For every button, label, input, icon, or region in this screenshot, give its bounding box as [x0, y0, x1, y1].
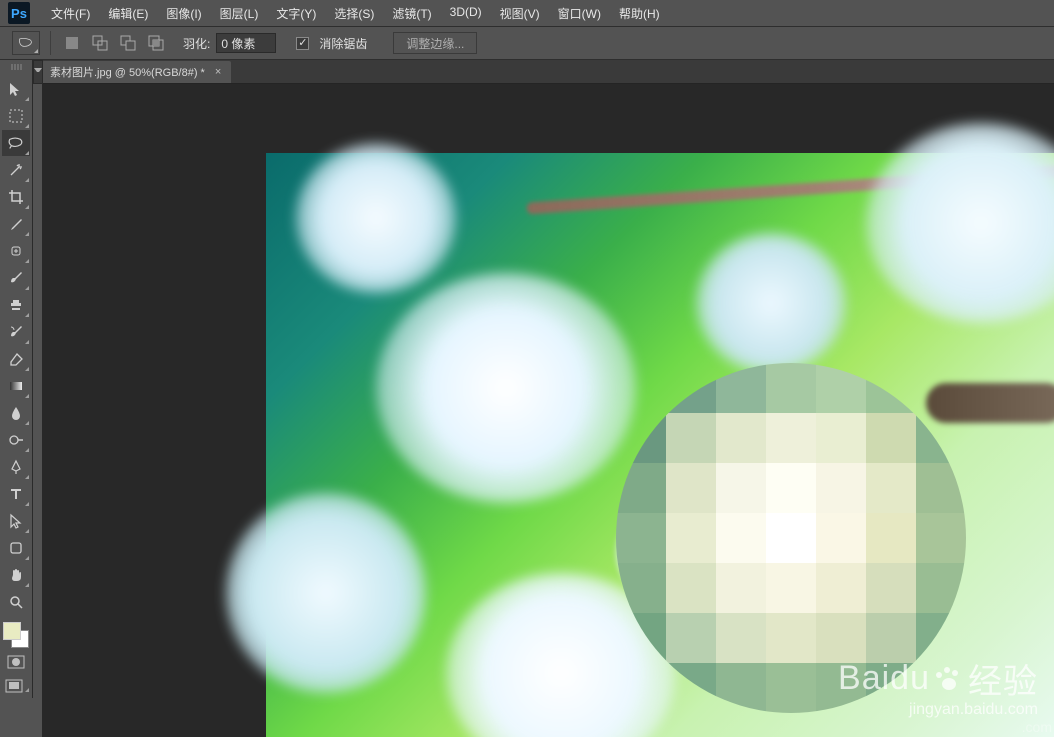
feather-label: 羽化:	[183, 35, 210, 52]
eraser-tool[interactable]	[2, 346, 30, 372]
shape-tool[interactable]	[2, 535, 30, 561]
color-swatches[interactable]	[2, 621, 30, 649]
antialias-label: 消除锯齿	[319, 35, 367, 52]
new-selection-icon[interactable]	[61, 32, 83, 54]
type-tool[interactable]	[2, 481, 30, 507]
menu-6[interactable]: 滤镜(T)	[383, 1, 440, 26]
zoom-tool[interactable]	[2, 589, 30, 615]
menu-bar: Ps 文件(F)编辑(E)图像(I)图层(L)文字(Y)选择(S)滤镜(T)3D…	[0, 0, 1054, 26]
menu-7[interactable]: 3D(D)	[441, 1, 491, 26]
clone-stamp-tool[interactable]	[2, 292, 30, 318]
menu-4[interactable]: 文字(Y)	[267, 1, 325, 26]
brush-tool[interactable]	[2, 265, 30, 291]
menu-10[interactable]: 帮助(H)	[610, 1, 669, 26]
subtract-selection-icon[interactable]	[117, 32, 139, 54]
move-tool[interactable]	[2, 76, 30, 102]
marquee-tool[interactable]	[2, 103, 30, 129]
collapsed-panel-handle[interactable]	[33, 60, 43, 84]
menu-3[interactable]: 图层(L)	[211, 1, 268, 26]
menu-0[interactable]: 文件(F)	[42, 1, 99, 26]
menu-5[interactable]: 选择(S)	[325, 1, 383, 26]
refine-edge-button[interactable]: 调整边缘...	[393, 32, 477, 54]
document-image: Baidu 经验 jingyan.baidu.com .com	[266, 153, 1054, 737]
healing-brush-tool[interactable]	[2, 238, 30, 264]
foreground-color[interactable]	[3, 622, 21, 640]
lasso-tool[interactable]	[2, 130, 30, 156]
close-tab-icon[interactable]: ×	[213, 66, 223, 78]
quick-mask-icon[interactable]	[2, 651, 30, 673]
document-tab[interactable]: 素材图片.jpg @ 50%(RGB/8#) * ×	[42, 61, 231, 83]
gradient-tool[interactable]	[2, 373, 30, 399]
history-brush-tool[interactable]	[2, 319, 30, 345]
eyedropper-tool[interactable]	[2, 211, 30, 237]
app-logo: Ps	[8, 2, 30, 24]
blur-tool[interactable]	[2, 400, 30, 426]
options-bar: 羽化: 消除锯齿 调整边缘...	[0, 26, 1054, 60]
menu-9[interactable]: 窗口(W)	[549, 1, 610, 26]
screen-mode-icon[interactable]	[2, 675, 30, 697]
pen-tool[interactable]	[2, 454, 30, 480]
tool-preset-picker[interactable]	[12, 31, 40, 55]
crop-tool[interactable]	[2, 184, 30, 210]
feather-input[interactable]	[216, 33, 276, 53]
document-tab-strip: 素材图片.jpg @ 50%(RGB/8#) * ×	[0, 60, 1054, 84]
menu-8[interactable]: 视图(V)	[491, 1, 549, 26]
panel-grip[interactable]	[2, 64, 30, 72]
path-selection-tool[interactable]	[2, 508, 30, 534]
hand-tool[interactable]	[2, 562, 30, 588]
magic-wand-tool[interactable]	[2, 157, 30, 183]
corner-watermark: .com	[1022, 719, 1052, 735]
dodge-tool[interactable]	[2, 427, 30, 453]
tools-panel	[0, 60, 33, 698]
document-tab-title: 素材图片.jpg @ 50%(RGB/8#) *	[50, 64, 205, 80]
intersect-selection-icon[interactable]	[145, 32, 167, 54]
menu-2[interactable]: 图像(I)	[157, 1, 210, 26]
add-selection-icon[interactable]	[89, 32, 111, 54]
paw-icon	[934, 666, 964, 692]
antialias-checkbox[interactable]	[296, 37, 309, 50]
menu-1[interactable]: 编辑(E)	[99, 1, 157, 26]
canvas-area[interactable]: Baidu 经验 jingyan.baidu.com .com	[42, 84, 1054, 737]
watermark: Baidu 经验 jingyan.baidu.com	[838, 654, 1038, 719]
